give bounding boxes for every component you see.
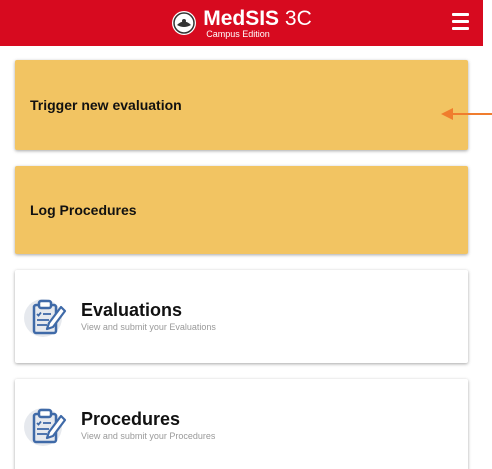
brand-name: MedSIS 3C <box>203 6 312 30</box>
brand: MedSIS 3C Campus Edition <box>171 8 312 39</box>
evaluations-title: Evaluations <box>81 299 183 320</box>
medsis-logo-icon <box>172 11 197 35</box>
log-procedures-button[interactable]: Log Procedures <box>15 166 468 254</box>
log-procedures-label: Log Procedures <box>30 202 137 218</box>
arrow-left-icon <box>441 108 492 120</box>
brand-edition: Campus Edition <box>206 28 270 39</box>
procedures-title: Procedures <box>81 408 181 429</box>
procedures-subtitle: View and submit your Procedures <box>81 431 216 442</box>
evaluations-subtitle: View and submit your Evaluations <box>81 322 216 333</box>
clipboard-pencil-icon <box>24 407 67 446</box>
clipboard-pencil-icon <box>24 298 67 337</box>
hamburger-icon[interactable] <box>452 13 469 30</box>
app-header: MedSIS 3C Campus Edition <box>0 0 483 46</box>
trigger-new-evaluation-button[interactable]: Trigger new evaluation <box>15 60 468 150</box>
trigger-new-evaluation-label: Trigger new evaluation <box>30 97 182 113</box>
procedures-module[interactable]: Procedures View and submit your Procedur… <box>15 379 468 469</box>
evaluations-module[interactable]: Evaluations View and submit your Evaluat… <box>15 270 468 363</box>
